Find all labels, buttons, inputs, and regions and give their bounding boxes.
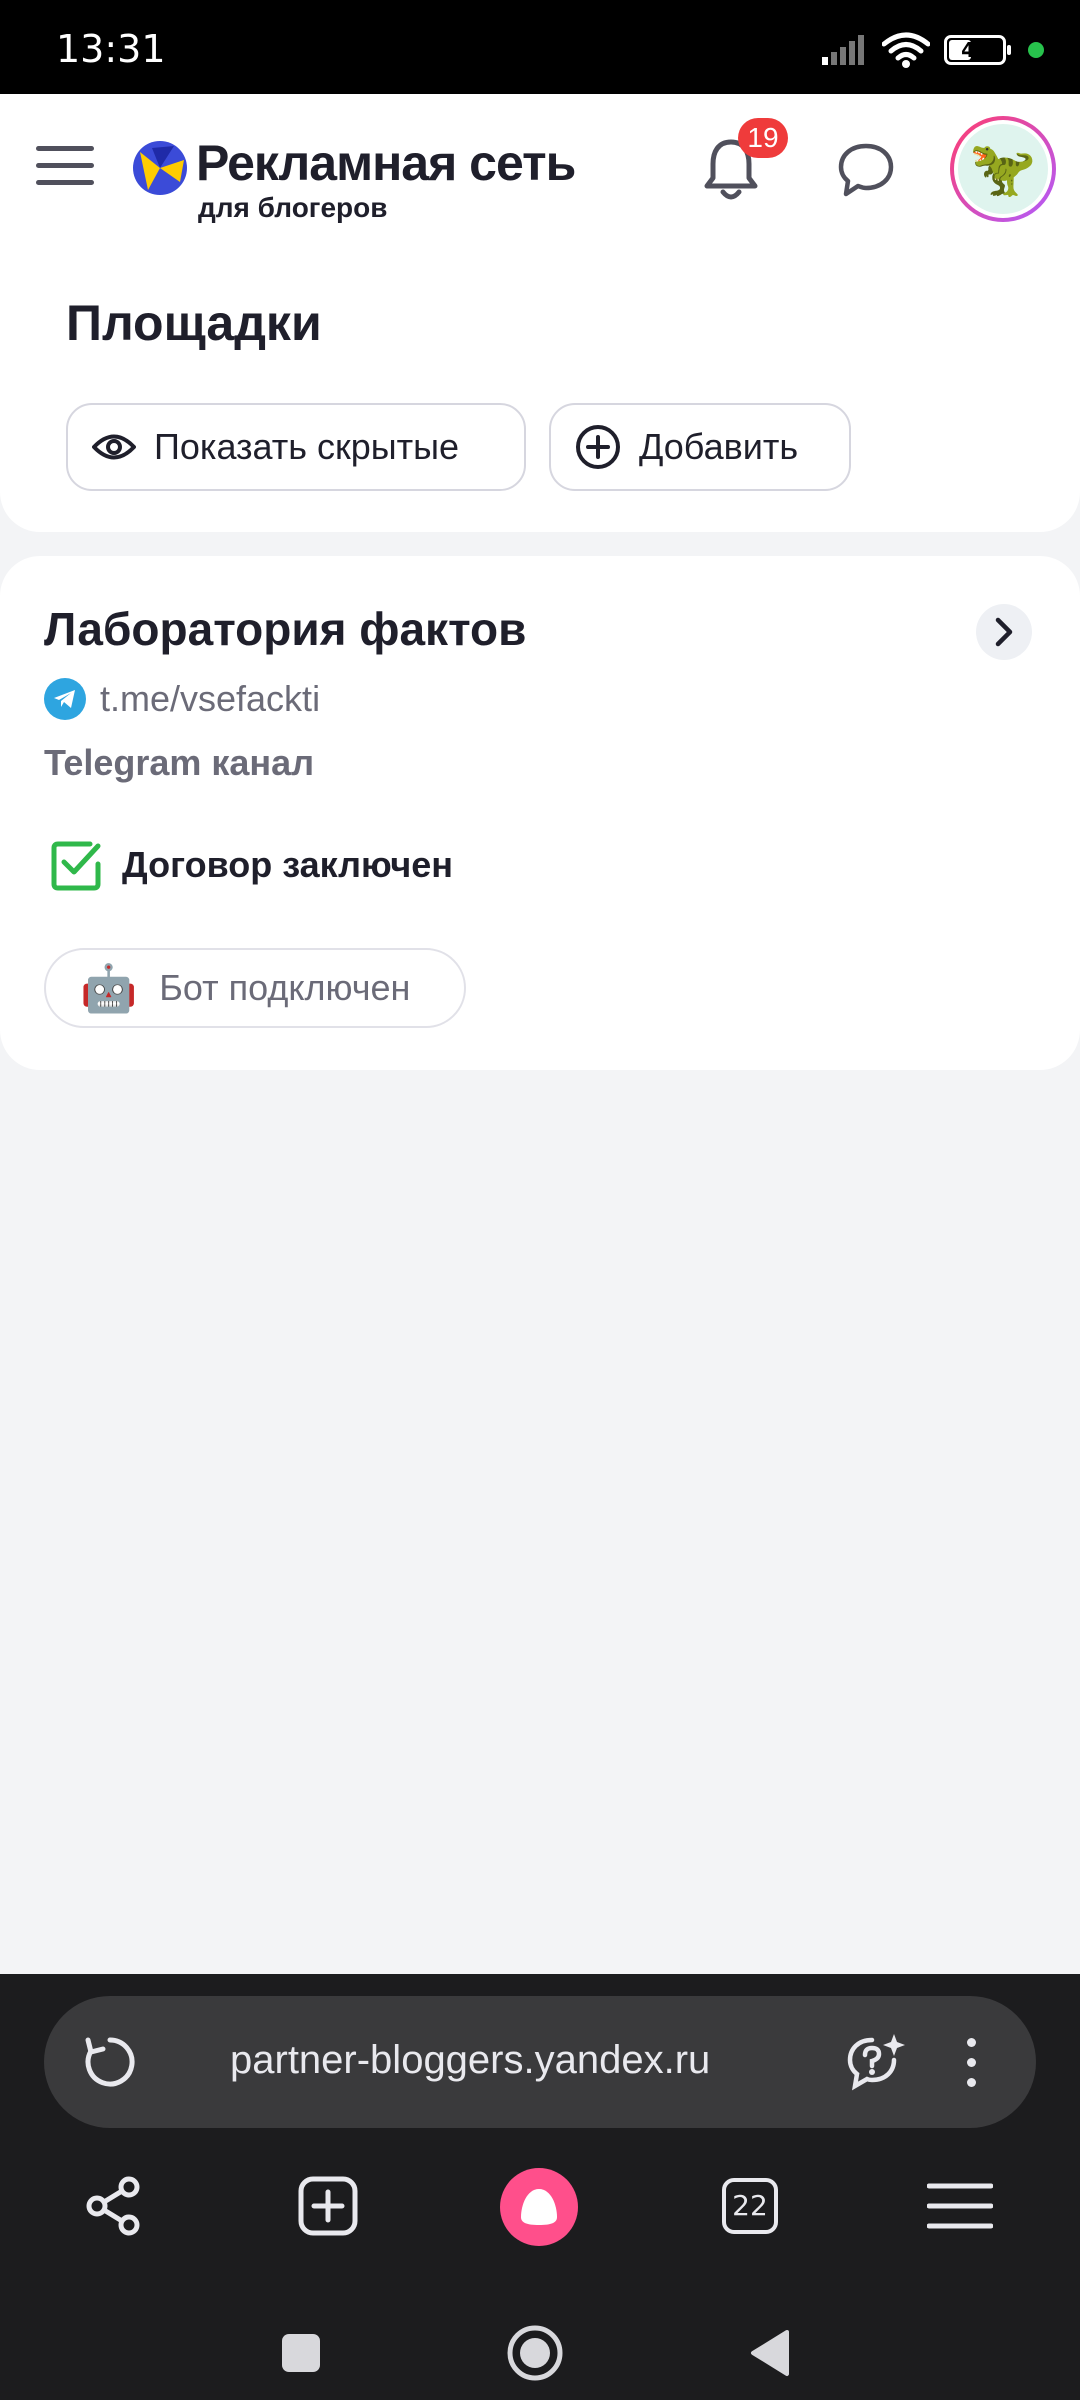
eye-icon [92, 434, 136, 460]
chat-icon[interactable] [836, 140, 896, 200]
system-nav-bar [0, 2304, 1080, 2400]
alice-assistant-button[interactable] [500, 2168, 578, 2246]
bot-status-chip[interactable]: 🤖 Бот подключен [44, 948, 466, 1028]
site-name: Лаборатория фактов [44, 603, 527, 655]
back-triangle-icon [751, 2330, 789, 2376]
app-header: Рекламная сеть для блогеров 19 🦖 [0, 94, 1080, 247]
address-bar[interactable]: partner-bloggers.yandex.ru [44, 1996, 1036, 2128]
battery-icon: 41 [944, 35, 1011, 65]
add-site-button[interactable]: Добавить [549, 403, 851, 491]
battery-level: 41 [961, 38, 989, 62]
tabs-count: 22 [722, 2178, 778, 2234]
telegram-icon [44, 678, 86, 720]
back-button[interactable] [734, 2318, 804, 2388]
contract-status: Договор заключен [50, 838, 453, 892]
wifi-icon [882, 32, 930, 68]
plus-square-icon [298, 2176, 358, 2236]
checkbox-checked-icon [51, 841, 101, 891]
logo-icon [133, 141, 187, 195]
show-hidden-label: Показать скрытые [154, 426, 460, 467]
site-link[interactable]: t.me/vsefackti [100, 678, 320, 720]
alice-icon [521, 2189, 557, 2225]
home-button[interactable] [500, 2318, 570, 2388]
contract-status-text: Договор заключен [122, 844, 454, 885]
bot-status-text: Бот подключен [159, 967, 411, 1008]
browser-bar: partner-bloggers.yandex.ru 22 [0, 1974, 1080, 2400]
status-time: 13:31 [56, 27, 166, 71]
open-site-button[interactable] [976, 604, 1032, 660]
more-menu-icon[interactable] [964, 2038, 978, 2090]
site-link-row[interactable]: t.me/vsefackti [44, 678, 320, 720]
add-label: Добавить [639, 426, 799, 467]
brand-subtitle: для блогеров [198, 192, 388, 223]
site-card[interactable]: Лаборатория фактов t.me/vsefackti Telegr… [0, 556, 1080, 1070]
status-icons: 41 [822, 30, 1044, 70]
show-hidden-button[interactable]: Показать скрытые [66, 403, 526, 491]
privacy-dot-icon [1028, 42, 1044, 58]
avatar[interactable]: 🦖 [950, 116, 1056, 222]
signal-icon [822, 35, 864, 65]
share-icon [86, 2176, 140, 2236]
menu-icon[interactable] [36, 146, 94, 190]
recents-button[interactable] [266, 2318, 336, 2388]
menu-lines-icon [927, 2183, 993, 2229]
site-type: Telegram канал [44, 742, 315, 783]
chevron-right-icon [995, 617, 1013, 647]
share-button[interactable] [74, 2166, 154, 2246]
home-circle-icon [507, 2325, 563, 2381]
browser-menu-button[interactable] [920, 2166, 1000, 2246]
page-title: Площадки [66, 295, 322, 351]
new-tab-button[interactable] [288, 2166, 368, 2246]
avatar-image: 🦖 [958, 124, 1048, 214]
url-text[interactable]: partner-bloggers.yandex.ru [230, 2038, 710, 2083]
reload-icon[interactable] [80, 2032, 140, 2092]
tabs-button[interactable]: 22 [710, 2166, 790, 2246]
notifications-badge: 19 [738, 118, 788, 158]
sites-header-card: Площадки Показать скрытые Добавить [0, 246, 1080, 532]
robot-icon: 🤖 [80, 962, 138, 1014]
plus-circle-icon [576, 425, 620, 469]
brand-title: Рекламная сеть [196, 135, 576, 191]
ai-assistant-icon[interactable] [844, 2030, 908, 2094]
square-icon [282, 2334, 320, 2372]
status-bar: 13:31 41 [0, 0, 1080, 94]
